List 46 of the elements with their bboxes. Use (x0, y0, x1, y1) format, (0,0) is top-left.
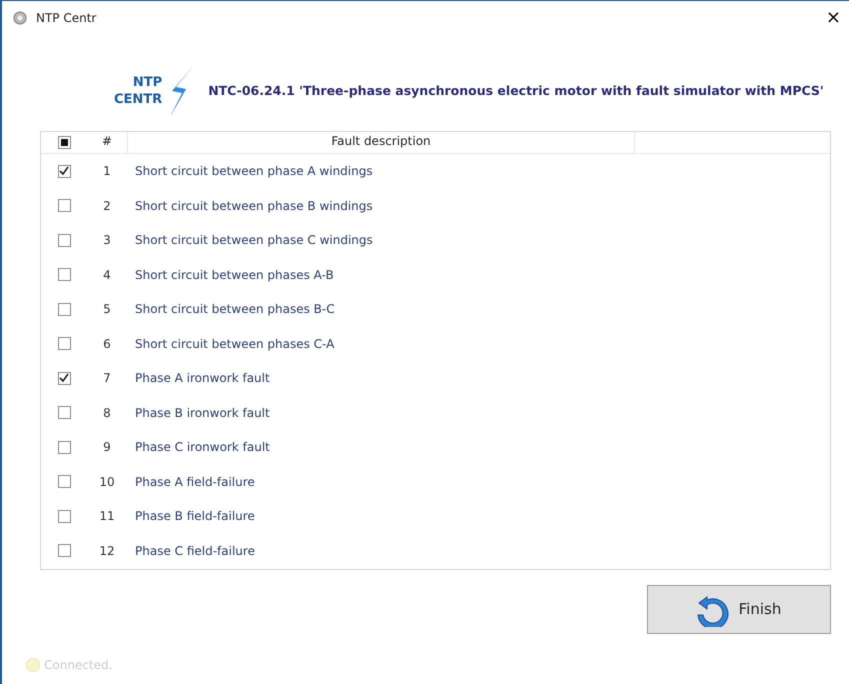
status-indicator-icon (26, 658, 40, 672)
fault-description: Short circuit between phases C-A (135, 336, 334, 351)
row-checkbox[interactable] (58, 199, 70, 212)
row-number: 8 (103, 406, 111, 420)
row-number: 9 (103, 440, 111, 454)
row-number: 1 (103, 164, 111, 178)
row-number: 2 (103, 198, 111, 213)
row-number: 11 (99, 509, 115, 524)
fault-description: Phase C field-failure (135, 544, 255, 558)
window-title: NTP Centr (36, 10, 96, 27)
row-checkbox[interactable] (58, 544, 70, 558)
close-button[interactable]: × (824, 9, 843, 27)
fault-description: Phase B field-failure (135, 509, 255, 524)
row-number: 5 (103, 302, 111, 316)
fault-description: Short circuit between phases B-C (135, 302, 335, 316)
fault-description: Short circuit between phase B windings (135, 198, 373, 213)
product-title: NTC-06.24.1 'Three-phase asynchronous electric motor with fault simulator with MPCS' (208, 82, 824, 100)
fault-description: Phase A field-failure (135, 474, 255, 489)
fault-description: Short circuit between phase A windings (135, 164, 373, 178)
row-checkbox[interactable] (58, 302, 70, 316)
row-checkbox[interactable] (58, 337, 70, 350)
row-checkbox[interactable] (58, 510, 70, 523)
fault-description: Phase B ironwork fault (135, 406, 270, 420)
row-checkbox[interactable] (58, 372, 70, 385)
row-checkbox[interactable] (58, 406, 70, 420)
logo-text: NTP (132, 74, 162, 91)
row-number: 3 (103, 233, 111, 248)
row-number: 7 (103, 371, 111, 386)
row-checkbox[interactable] (58, 440, 70, 454)
row-checkbox[interactable] (58, 268, 70, 282)
fault-description: Phase A ironwork fault (135, 371, 270, 386)
logo-text: CENTR (114, 91, 162, 108)
row-number: 4 (103, 268, 111, 282)
column-header: # (102, 134, 112, 148)
row-number: 10 (99, 474, 115, 489)
fault-description: Short circuit between phase C windings (135, 233, 373, 248)
fault-description: Phase C ironwork fault (135, 440, 270, 454)
row-checkbox[interactable] (58, 164, 70, 178)
select-all-checkbox[interactable] (58, 136, 70, 149)
row-checkbox[interactable] (58, 475, 70, 488)
column-header: Fault description (331, 134, 431, 148)
row-checkbox[interactable] (58, 234, 70, 247)
finish-button[interactable]: Finish (647, 585, 831, 634)
row-number: 6 (103, 336, 111, 351)
row-number: 12 (99, 544, 115, 558)
fault-description: Short circuit between phases A-B (135, 268, 334, 282)
